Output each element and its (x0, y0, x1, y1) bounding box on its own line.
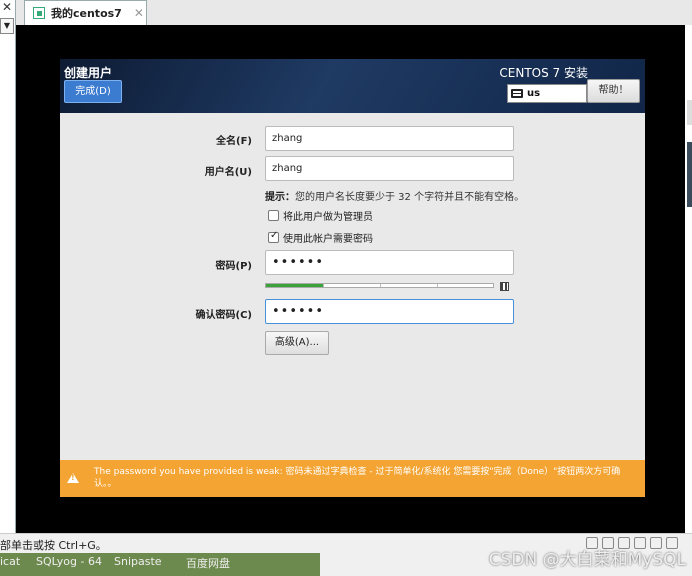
password-field[interactable]: •••••• (265, 250, 514, 275)
thumbnail (687, 100, 692, 125)
keyboard-layout-value: us (527, 88, 541, 99)
admin-checkbox-label: 将此用户做为管理员 (283, 212, 373, 223)
vm-tab-label: 我的centos7 (51, 7, 122, 20)
keyboard-icon (511, 89, 523, 98)
warning-message: The password you have provided is weak: … (94, 467, 621, 489)
confirm-password-label: 确认密码(C) (195, 310, 252, 321)
help-button[interactable]: 帮助！ (587, 79, 640, 103)
checkbox-checked-icon[interactable] (268, 230, 279, 243)
fullname-field[interactable]: zhang (265, 126, 514, 151)
os-taskbar: icat SQLyog - 64 Snipaste 百度网盘 (0, 553, 320, 576)
strength-divider (380, 284, 381, 287)
weak-password-warning[interactable]: The password you have provided is weak: … (60, 460, 645, 497)
installer-header: 创建用户 完成(D) CENTOS 7 安装 us 帮助！ (60, 59, 645, 113)
strength-divider (437, 284, 438, 287)
checkbox-unchecked-icon[interactable] (268, 210, 279, 221)
password-strength-bar (265, 283, 494, 288)
thumbnail (687, 142, 692, 207)
require-password-label: 使用此帐户需要密码 (283, 234, 373, 245)
confirm-password-field[interactable]: •••••• (265, 299, 514, 324)
password-strength-fill (266, 284, 323, 287)
host-left-panel: ✕ ▼ (0, 0, 16, 535)
watermark: CSDN @大白菜和MySQL (488, 550, 686, 570)
advanced-button[interactable]: 高级(A)... (265, 331, 329, 355)
warning-icon (67, 473, 79, 483)
vm-icon (33, 7, 45, 19)
page-title: 创建用户 (64, 66, 113, 80)
strength-level-icon (500, 282, 509, 291)
chevron-down-icon[interactable]: ▼ (0, 18, 14, 34)
product-title: CENTOS 7 安装 (499, 66, 588, 80)
taskbar-item[interactable]: SQLyog - 64 (36, 555, 102, 568)
taskbar-item[interactable]: Snipaste (114, 555, 162, 568)
done-button[interactable]: 完成(D) (64, 80, 122, 103)
fullname-label: 全名(F) (216, 136, 252, 147)
taskbar-item[interactable]: 百度网盘 (186, 555, 230, 571)
hint-body: 您的用户名长度要少于 32 个字符并且不能有空格。 (295, 192, 525, 203)
admin-checkbox[interactable]: 将此用户做为管理员 (268, 208, 373, 223)
vm-tab-bar: 我的centos7 ✕ (16, 0, 692, 25)
require-password-checkbox[interactable]: 使用此帐户需要密码 (268, 230, 373, 245)
close-icon[interactable]: ✕ (2, 0, 12, 14)
keyboard-layout-indicator[interactable]: us (507, 84, 587, 103)
hint-prefix: 提示： (265, 192, 295, 203)
strength-divider (323, 284, 324, 287)
status-hint: 部单击或按 Ctrl+G。 (0, 539, 107, 552)
vm-tab[interactable]: 我的centos7 ✕ (24, 0, 147, 25)
close-icon[interactable]: ✕ (134, 6, 144, 20)
centos-installer: 创建用户 完成(D) CENTOS 7 安装 us 帮助！ 全名(F) zhan… (60, 59, 645, 497)
username-field[interactable]: zhang (265, 156, 514, 181)
username-hint: 提示：您的用户名长度要少于 32 个字符并且不能有空格。 (265, 188, 524, 203)
taskbar-item[interactable]: icat (0, 555, 20, 568)
host-right-panel (685, 25, 692, 533)
password-label: 密码(P) (215, 261, 252, 272)
username-label: 用户名(U) (204, 167, 252, 178)
